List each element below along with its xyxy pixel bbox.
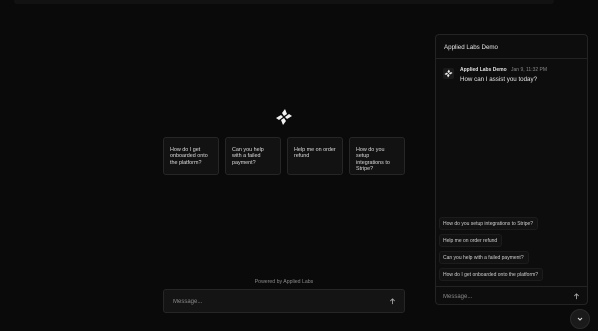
main-message-box [163, 289, 405, 313]
message-sender: Applied Labs Demo [460, 67, 507, 73]
suggestion-card[interactable]: How do you setup integrations to Stripe? [349, 137, 405, 175]
suggestion-chip[interactable]: How do I get onboarded onto the platform… [439, 268, 544, 281]
arrow-up-icon[interactable] [571, 291, 581, 301]
suggestion-card[interactable]: Help me on order refund [287, 137, 343, 175]
suggestion-chip[interactable]: Can you help with a failed payment? [439, 251, 529, 264]
suggestion-card[interactable]: Can you help with a failed payment? [225, 137, 281, 175]
chat-message-input[interactable] [443, 292, 563, 302]
chat-panel-title: Applied Labs Demo [436, 35, 587, 59]
suggestion-chip[interactable]: How do you setup integrations to Stripe? [439, 217, 539, 230]
suggestion-card[interactable]: How do I get onboarded onto the platform… [163, 137, 219, 175]
suggestion-chip[interactable]: Help me on order refund [439, 234, 503, 247]
message-text: How can I assist you today? [460, 76, 538, 83]
chevron-down-icon[interactable] [570, 309, 590, 329]
message-input[interactable] [173, 297, 373, 307]
sparkle-logo-icon [275, 108, 293, 126]
avatar [443, 68, 454, 79]
message-timestamp: Jan 9, 11:32 PM [511, 67, 548, 73]
powered-by-text: Powered by Applied Labs [254, 279, 314, 285]
top-bar [14, 0, 554, 4]
suggestion-cards: How do I get onboarded onto the platform… [163, 137, 405, 175]
chat-panel: Applied Labs Demo Applied Labs Demo Jan … [435, 34, 588, 305]
arrow-up-icon[interactable] [387, 296, 397, 306]
suggestion-chips: How do you setup integrations to Stripe?… [439, 217, 544, 281]
chat-panel-message-box [436, 286, 587, 304]
